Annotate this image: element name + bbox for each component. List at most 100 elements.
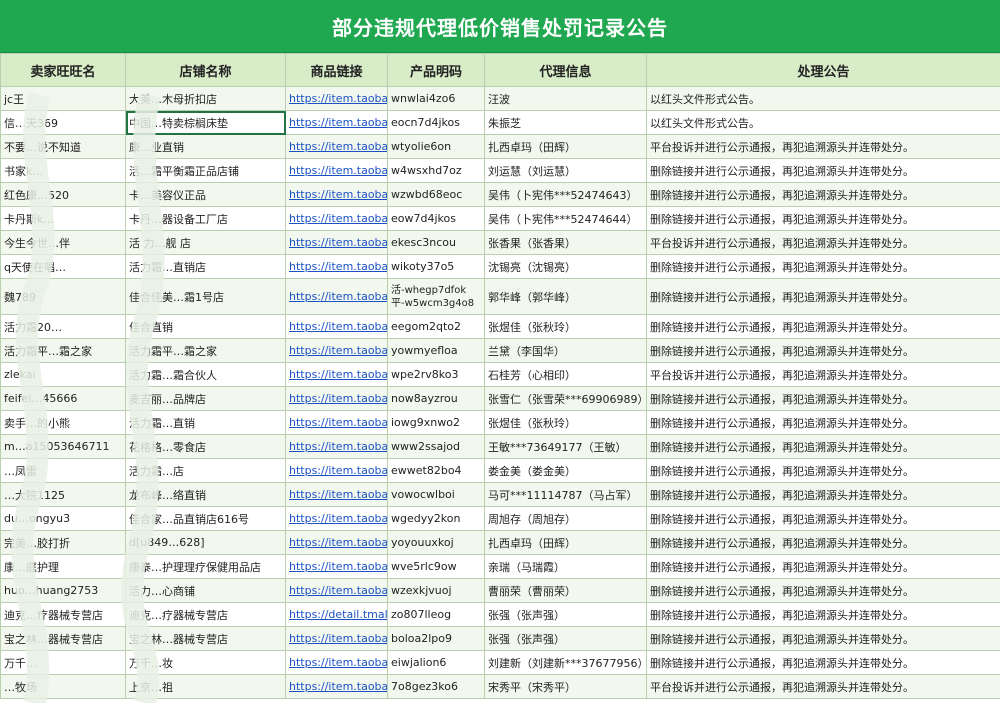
cell-seller[interactable]: …牧场 [0, 674, 126, 699]
cell-shop[interactable]: 大美…木母折扣店 [125, 86, 286, 111]
cell-code[interactable]: zo807lleog [387, 602, 485, 627]
cell-notice[interactable]: 删除链接并进行公示通报，再犯追溯源头并连带处分。 [646, 338, 1000, 363]
cell-shop[interactable]: 宝之林…器械专营店 [125, 626, 286, 651]
cell-seller[interactable]: 完美…胶打折 [0, 530, 126, 555]
cell-shop[interactable]: d[u849…628] [125, 530, 286, 555]
cell-link[interactable]: https://item.taobao.c [285, 278, 388, 315]
cell-link[interactable]: https://item.taobao.c [285, 578, 388, 603]
cell-seller[interactable]: 书家k… [0, 158, 126, 183]
cell-shop[interactable]: 上京…祖 [125, 674, 286, 699]
cell-code[interactable]: vowocwlboi [387, 482, 485, 507]
cell-code[interactable]: eocn7d4jkos [387, 110, 485, 135]
cell-code[interactable]: wikoty37o5 [387, 254, 485, 279]
cell-link[interactable]: https://item.taobao.c [285, 482, 388, 507]
cell-shop[interactable]: 卡…美容仪正品 [125, 182, 286, 207]
cell-shop[interactable]: 佳合直销 [125, 314, 286, 339]
cell-link[interactable]: https://item.taobao.c [285, 506, 388, 531]
cell-link[interactable]: https://item.taobao.c [285, 110, 388, 135]
cell-notice[interactable]: 删除链接并进行公示通报，再犯追溯源头并连带处分。 [646, 254, 1000, 279]
cell-agent[interactable]: 兰黛（李国华） [484, 338, 647, 363]
cell-seller[interactable]: 万千… [0, 650, 126, 675]
cell-notice[interactable]: 平台投诉并进行公示通报，再犯追溯源头并连带处分。 [646, 230, 1000, 255]
cell-seller[interactable]: zlekai [0, 362, 126, 387]
cell-agent[interactable]: 张雪仁（张雪荣***69906989） [484, 386, 647, 411]
cell-link[interactable]: https://item.taobao.c [285, 434, 388, 459]
cell-code[interactable]: eiwjalion6 [387, 650, 485, 675]
cell-seller[interactable]: 卡丹斯k… [0, 206, 126, 231]
cell-shop[interactable]: 活力霜…直销店 [125, 254, 286, 279]
cell-agent[interactable]: 朱振芝 [484, 110, 647, 135]
cell-code[interactable]: wzwbd68eoc [387, 182, 485, 207]
cell-notice[interactable]: 删除链接并进行公示通报，再犯追溯源头并连带处分。 [646, 158, 1000, 183]
cell-seller[interactable]: 活力霜20… [0, 314, 126, 339]
cell-code[interactable]: wgedyy2kon [387, 506, 485, 531]
cell-agent[interactable]: 张香果（张香果） [484, 230, 647, 255]
cell-shop[interactable]: 活力霜…霜合伙人 [125, 362, 286, 387]
cell-shop[interactable]: 康泰…护理理疗保健用品店 [125, 554, 286, 579]
col-header-agent[interactable]: 代理信息 [484, 53, 647, 87]
cell-code[interactable]: eegom2qto2 [387, 314, 485, 339]
cell-shop[interactable]: 活力霜…店 [125, 458, 286, 483]
cell-agent[interactable]: 汪波 [484, 86, 647, 111]
cell-notice[interactable]: 删除链接并进行公示通报，再犯追溯源头并连带处分。 [646, 602, 1000, 627]
cell-shop[interactable]: 活力霜…直销 [125, 410, 286, 435]
cell-shop[interactable]: 活 力…舰 店 [125, 230, 286, 255]
cell-seller[interactable]: m…a15053646711 [0, 434, 126, 459]
cell-code[interactable]: boloa2lpo9 [387, 626, 485, 651]
cell-agent[interactable]: 扎西卓玛（田辉） [484, 134, 647, 159]
cell-code[interactable]: w4wsxhd7oz [387, 158, 485, 183]
cell-notice[interactable]: 删除链接并进行公示通报，再犯追溯源头并连带处分。 [646, 554, 1000, 579]
cell-link[interactable]: https://item.taobao.c [285, 362, 388, 387]
cell-shop[interactable]: 活力霜平…霜之家 [125, 338, 286, 363]
cell-shop[interactable]: 万千…妆 [125, 650, 286, 675]
cell-seller[interactable]: du…ongyu3 [0, 506, 126, 531]
cell-notice[interactable]: 删除链接并进行公示通报，再犯追溯源头并连带处分。 [646, 278, 1000, 315]
cell-agent[interactable]: 沈锡亮（沈锡亮） [484, 254, 647, 279]
col-header-code[interactable]: 产品明码 [387, 53, 485, 87]
cell-link[interactable]: https://item.taobao.c [285, 254, 388, 279]
cell-code[interactable]: 活-whegp7dfok 平-w5wcm3g4o8 [387, 278, 485, 315]
cell-agent[interactable]: 张强（张声强） [484, 602, 647, 627]
cell-link[interactable]: https://item.taobao.c [285, 458, 388, 483]
cell-seller[interactable]: 康…庭护理 [0, 554, 126, 579]
cell-code[interactable]: wzexkjvuoj [387, 578, 485, 603]
cell-agent[interactable]: 张强（张声强） [484, 626, 647, 651]
cell-shop[interactable]: 麦吉丽…品牌店 [125, 386, 286, 411]
cell-seller[interactable]: 卖手…的小熊 [0, 410, 126, 435]
cell-agent[interactable]: 吴伟（卜宪伟***52474644） [484, 206, 647, 231]
cell-link[interactable]: https://item.taobao.c [285, 410, 388, 435]
cell-agent[interactable]: 曹丽荣（曹丽荣） [484, 578, 647, 603]
cell-shop[interactable]: 佳合家…品直销店616号 [125, 506, 286, 531]
cell-notice[interactable]: 以红头文件形式公告。 [646, 110, 1000, 135]
cell-notice[interactable]: 以红头文件形式公告。 [646, 86, 1000, 111]
cell-code[interactable]: wnwlai4zo6 [387, 86, 485, 111]
cell-link[interactable]: https://item.taobao.c [285, 182, 388, 207]
col-header-shop[interactable]: 店铺名称 [125, 53, 286, 87]
cell-notice[interactable]: 删除链接并进行公示通报，再犯追溯源头并连带处分。 [646, 434, 1000, 459]
cell-code[interactable]: iowg9xnwo2 [387, 410, 485, 435]
cell-shop[interactable]: 中国…特卖棕榈床垫 [125, 110, 286, 135]
cell-agent[interactable]: 娄金美（娄金美） [484, 458, 647, 483]
cell-notice[interactable]: 平台投诉并进行公示通报，再犯追溯源头并连带处分。 [646, 362, 1000, 387]
cell-shop[interactable]: 康…业直销 [125, 134, 286, 159]
cell-notice[interactable]: 删除链接并进行公示通报，再犯追溯源头并连带处分。 [646, 458, 1000, 483]
cell-code[interactable]: wve5rlc9ow [387, 554, 485, 579]
col-header-link[interactable]: 商品链接 [285, 53, 388, 87]
cell-notice[interactable]: 删除链接并进行公示通报，再犯追溯源头并连带处分。 [646, 530, 1000, 555]
cell-notice[interactable]: 删除链接并进行公示通报，再犯追溯源头并连带处分。 [646, 314, 1000, 339]
cell-notice[interactable]: 删除链接并进行公示通报，再犯追溯源头并连带处分。 [646, 206, 1000, 231]
cell-code[interactable]: ekesc3ncou [387, 230, 485, 255]
cell-seller[interactable]: q天使在唱… [0, 254, 126, 279]
cell-code[interactable]: now8ayzrou [387, 386, 485, 411]
cell-link[interactable]: https://item.taobao.c [285, 86, 388, 111]
cell-notice[interactable]: 删除链接并进行公示通报，再犯追溯源头并连带处分。 [646, 650, 1000, 675]
cell-notice[interactable]: 删除链接并进行公示通报，再犯追溯源头并连带处分。 [646, 482, 1000, 507]
cell-link[interactable]: https://item.taobao.c [285, 206, 388, 231]
cell-shop[interactable]: 佳合佳美…霜1号店 [125, 278, 286, 315]
cell-agent[interactable]: 刘建新（刘建新***37677956） [484, 650, 647, 675]
cell-agent[interactable]: 吴伟（卜宪伟***52474643） [484, 182, 647, 207]
cell-notice[interactable]: 平台投诉并进行公示通报，再犯追溯源头并连带处分。 [646, 674, 1000, 699]
cell-seller[interactable]: 迪克…疗器械专营店 [0, 602, 126, 627]
cell-code[interactable]: yowmyefloa [387, 338, 485, 363]
cell-agent[interactable]: 刘运慧（刘运慧） [484, 158, 647, 183]
